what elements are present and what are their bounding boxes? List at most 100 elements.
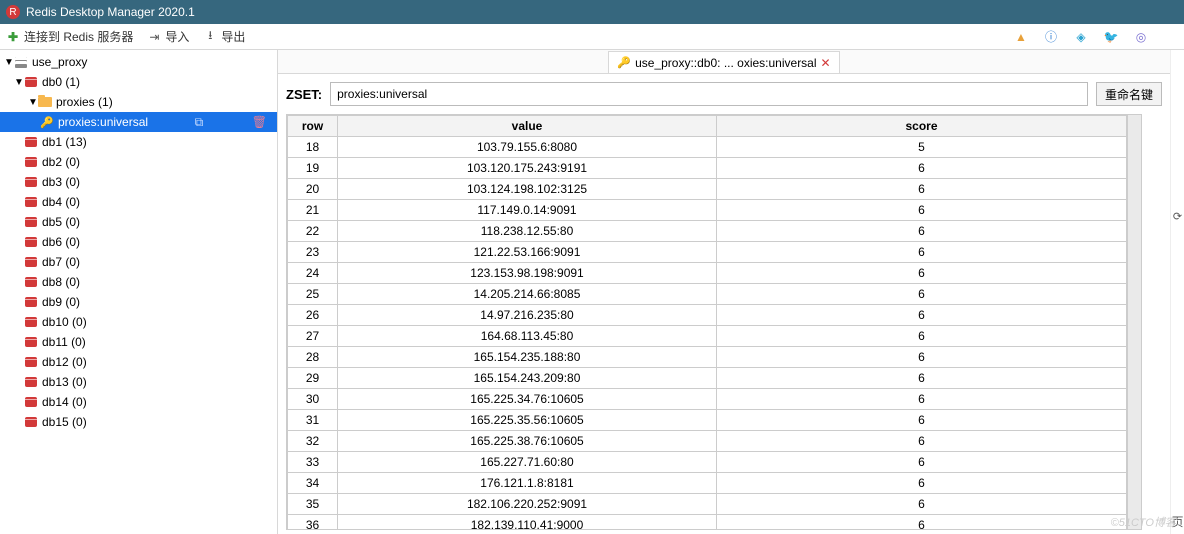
tree-db[interactable]: db14 (0) (0, 392, 277, 412)
right-rail-icon[interactable]: ⟳ (1173, 210, 1182, 223)
database-icon (24, 355, 38, 369)
col-score[interactable]: score (717, 116, 1127, 137)
cell-value: 165.154.235.188:80 (338, 347, 717, 368)
table-row[interactable]: 23121.22.53.166:90916 (288, 242, 1127, 263)
tree-db[interactable]: db10 (0) (0, 312, 277, 332)
table-row[interactable]: 33165.227.71.60:806 (288, 452, 1127, 473)
table-row[interactable]: 24123.153.98.198:90916 (288, 263, 1127, 284)
toolbar-left: ✚ 连接到 Redis 服务器 ⇥ 导入 ⭳ 导出 (6, 28, 245, 45)
table-row[interactable]: 19103.120.175.243:91916 (288, 158, 1127, 179)
table-row[interactable]: 32165.225.38.76:106056 (288, 431, 1127, 452)
rename-button[interactable]: 重命名键 (1096, 82, 1162, 106)
tree-key-selected[interactable]: 🔑 proxies:universal ⧉ 🗑 (0, 112, 277, 132)
tree-db[interactable]: db13 (0) (0, 372, 277, 392)
table-row[interactable]: 2614.97.216.235:806 (288, 305, 1127, 326)
tree-db[interactable]: db11 (0) (0, 332, 277, 352)
table-row[interactable]: 18103.79.155.6:80805 (288, 137, 1127, 158)
tree-db-label: db11 (0) (42, 335, 90, 349)
delete-icon[interactable]: 🗑 (252, 115, 267, 129)
col-row[interactable]: row (288, 116, 338, 137)
star-icon[interactable]: ◎ (1134, 30, 1148, 44)
tree-db-label: db1 (13) (42, 135, 91, 149)
telegram-icon[interactable]: ◈ (1074, 30, 1088, 44)
app-icon: R (6, 5, 20, 19)
tree-folder-proxies[interactable]: ▼ proxies (1) (0, 92, 277, 112)
cell-row: 23 (288, 242, 338, 263)
table-row[interactable]: 20103.124.198.102:31256 (288, 179, 1127, 200)
table-row[interactable]: 28165.154.235.188:806 (288, 347, 1127, 368)
import-button[interactable]: ⇥ 导入 (147, 28, 189, 45)
import-icon: ⇥ (147, 30, 161, 44)
warning-icon[interactable]: ▲ (1014, 30, 1028, 44)
cell-value: 165.225.34.76:10605 (338, 389, 717, 410)
tree-db[interactable]: db3 (0) (0, 172, 277, 192)
tree-db-label: db10 (0) (42, 315, 91, 329)
tree-db0[interactable]: ▼ db0 (1) (0, 72, 277, 92)
tree-db-label: db13 (0) (42, 375, 91, 389)
tree-db[interactable]: db8 (0) (0, 272, 277, 292)
cell-row: 30 (288, 389, 338, 410)
database-icon (24, 195, 38, 209)
key-bar: ZSET: 重命名键 (278, 74, 1170, 114)
table-row[interactable]: 21117.149.0.14:90916 (288, 200, 1127, 221)
plus-icon: ✚ (6, 30, 20, 44)
table-row[interactable]: 22118.238.12.55:806 (288, 221, 1127, 242)
twitter-icon[interactable]: 🐦 (1104, 30, 1118, 44)
tree-db[interactable]: db5 (0) (0, 212, 277, 232)
cell-value: 103.120.175.243:9191 (338, 158, 717, 179)
tree-db[interactable]: db12 (0) (0, 352, 277, 372)
close-icon[interactable]: ✕ (821, 56, 831, 70)
cell-score: 6 (717, 347, 1127, 368)
table-row[interactable]: 30165.225.34.76:106056 (288, 389, 1127, 410)
database-icon (24, 255, 38, 269)
cell-row: 26 (288, 305, 338, 326)
table-scroll[interactable]: row value score 18103.79.155.6:808051910… (286, 114, 1128, 530)
tree-db[interactable]: db2 (0) (0, 152, 277, 172)
tree-db-label: db2 (0) (42, 155, 84, 169)
export-button[interactable]: ⭳ 导出 (203, 28, 245, 45)
tree-db[interactable]: db9 (0) (0, 292, 277, 312)
tree-db[interactable]: db4 (0) (0, 192, 277, 212)
tree-db0-label: db0 (1) (42, 75, 84, 89)
toolbar-right: ▲ ⓘ ◈ 🐦 ◎ (1014, 30, 1178, 44)
cell-score: 6 (717, 389, 1127, 410)
table-row[interactable]: 31165.225.35.56:106056 (288, 410, 1127, 431)
table-row[interactable]: 35182.106.220.252:90916 (288, 494, 1127, 515)
key-name-input[interactable] (330, 82, 1088, 106)
values-table: row value score 18103.79.155.6:808051910… (287, 115, 1127, 530)
content-area: 🔑 use_proxy::db0: ... oxies:universal ✕ … (278, 50, 1170, 534)
col-value[interactable]: value (338, 116, 717, 137)
connect-button[interactable]: ✚ 连接到 Redis 服务器 (6, 28, 133, 45)
copy-icon[interactable]: ⧉ (195, 115, 204, 130)
tree-db-label: db3 (0) (42, 175, 84, 189)
table-row[interactable]: 2514.205.214.66:80856 (288, 284, 1127, 305)
table-row[interactable]: 34176.121.1.8:81816 (288, 473, 1127, 494)
tree-db-label: db12 (0) (42, 355, 91, 369)
cell-score: 6 (717, 431, 1127, 452)
cell-value: 14.205.214.66:8085 (338, 284, 717, 305)
caret-icon: ▼ (4, 57, 14, 68)
cell-row: 27 (288, 326, 338, 347)
cell-score: 6 (717, 368, 1127, 389)
tree-db[interactable]: db1 (13) (0, 132, 277, 152)
tree-server[interactable]: ▼ use_proxy (0, 52, 277, 72)
database-icon (24, 375, 38, 389)
tree-db[interactable]: db15 (0) (0, 412, 277, 432)
tree-db[interactable]: db6 (0) (0, 232, 277, 252)
tree-server-label: use_proxy (32, 55, 91, 69)
cell-row: 25 (288, 284, 338, 305)
tab-key[interactable]: 🔑 use_proxy::db0: ... oxies:universal ✕ (608, 51, 839, 73)
database-icon (24, 175, 38, 189)
tree-folder-label: proxies (1) (56, 95, 117, 109)
info-icon[interactable]: ⓘ (1044, 30, 1058, 44)
app-title: Redis Desktop Manager 2020.1 (26, 5, 195, 19)
cell-row: 24 (288, 263, 338, 284)
table-scrollbar[interactable] (1128, 114, 1142, 530)
table-row[interactable]: 36182.139.110.41:90006 (288, 515, 1127, 531)
table-row[interactable]: 29165.154.243.209:806 (288, 368, 1127, 389)
database-icon (24, 315, 38, 329)
table-row[interactable]: 27164.68.113.45:806 (288, 326, 1127, 347)
cell-row: 21 (288, 200, 338, 221)
tree-db[interactable]: db7 (0) (0, 252, 277, 272)
tree-db-list: db1 (13) db2 (0) db3 (0) db4 (0)db5 (0)db6 … (0, 132, 277, 432)
